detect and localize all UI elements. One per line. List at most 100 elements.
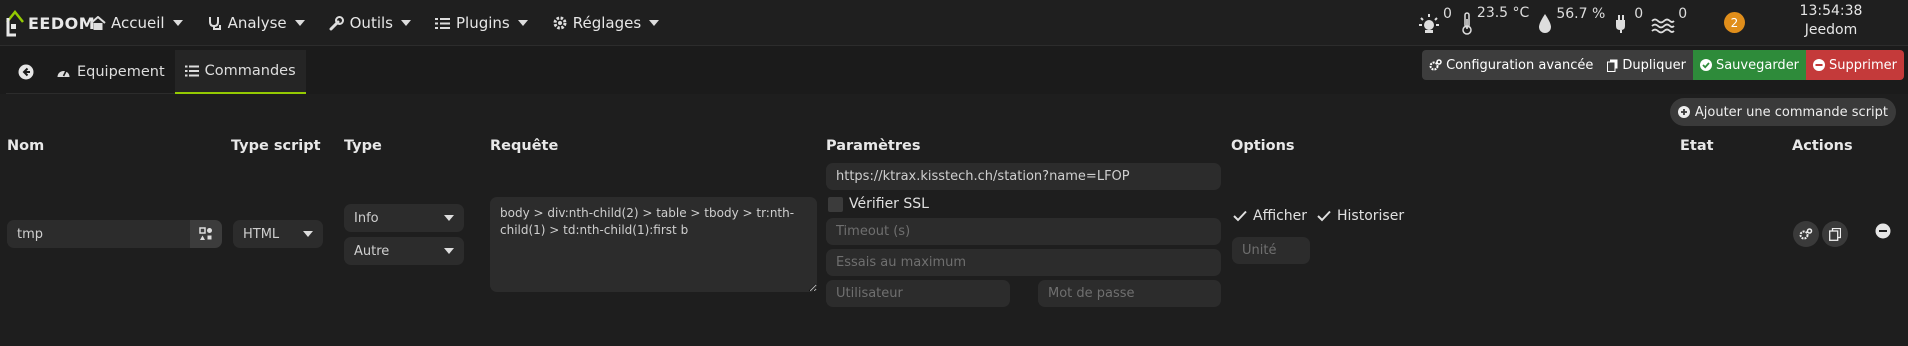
historize-checkbox[interactable]: Historiser: [1316, 208, 1404, 224]
column-header-etat: Etat: [1680, 138, 1714, 154]
check-icon: [1232, 209, 1247, 224]
chevron-down-icon: [444, 215, 454, 221]
cogs-icon: [1429, 59, 1442, 71]
house-logo-icon: [4, 8, 26, 38]
minus-circle-icon: [1875, 223, 1891, 239]
top-navbar: EEDOM Accueil Analyse Outils Plugins Rég…: [0, 0, 1908, 46]
add-script-command-button[interactable]: Ajouter une commande script: [1669, 98, 1896, 126]
nav-outils[interactable]: Outils: [329, 14, 411, 32]
status-power-value: 0: [1634, 6, 1644, 22]
tab-commandes-label: Commandes: [204, 63, 296, 79]
script-type-select[interactable]: HTML: [233, 220, 323, 248]
save-label: Sauvegarder: [1715, 57, 1800, 73]
script-type-value: HTML: [243, 226, 280, 242]
verify-ssl-label: Vérifier SSL: [849, 196, 929, 212]
plug-icon: [1616, 15, 1626, 33]
jeedom-logo[interactable]: EEDOM: [4, 4, 95, 42]
column-header-nom: Nom: [7, 138, 45, 154]
command-subtype-value: Autre: [354, 243, 390, 259]
status-temperature[interactable]: 23.5 °C: [1460, 5, 1529, 35]
advanced-config-button[interactable]: Configuration avancée: [1422, 50, 1601, 80]
minus-circle-icon: [1813, 59, 1826, 71]
column-header-options: Options: [1231, 138, 1295, 154]
copy-icon: [1829, 227, 1841, 241]
checkbox-box: [828, 196, 843, 212]
light-icon: [1419, 14, 1439, 33]
nav-plugins[interactable]: Plugins: [435, 14, 528, 32]
clock-time: 13:54:38: [1799, 3, 1863, 19]
command-copy-button[interactable]: [1822, 221, 1848, 247]
request-textarea[interactable]: body > div:nth-child(2) > table > tbody …: [490, 197, 817, 292]
duplicate-button[interactable]: Dupliquer: [1600, 50, 1693, 80]
url-input[interactable]: https://ktrax.kisstech.ch/station?name=L…: [826, 163, 1221, 190]
duplicate-label: Dupliquer: [1622, 57, 1686, 73]
password-input[interactable]: Mot de passe: [1038, 280, 1221, 307]
status-light[interactable]: 0: [1418, 6, 1452, 34]
chevron-down-icon: [172, 20, 183, 26]
chevron-down-icon: [400, 20, 411, 26]
home-icon: [90, 15, 106, 31]
remove-command-button[interactable]: [1875, 223, 1891, 239]
clock-hostname: Jeedom: [1804, 22, 1858, 38]
tab-commandes[interactable]: Commandes: [174, 50, 306, 94]
save-button[interactable]: Sauvegarder: [1692, 50, 1807, 80]
chevron-down-icon: [303, 231, 313, 237]
password-placeholder: Mot de passe: [1048, 286, 1135, 301]
choose-icon-button[interactable]: [190, 220, 222, 248]
humidity-icon: [1539, 14, 1552, 33]
nav-analyse[interactable]: Analyse: [207, 14, 305, 32]
user-input[interactable]: Utilisateur: [826, 280, 1010, 307]
equipment-toolbar: Equipement Commandes Configuration avanc…: [0, 50, 1908, 94]
advanced-config-label: Configuration avancée: [1446, 57, 1594, 73]
status-power[interactable]: 0: [1613, 6, 1643, 34]
check-circle-icon: [1699, 59, 1712, 71]
gear-icon: [552, 15, 568, 31]
show-checkbox[interactable]: Afficher: [1232, 208, 1307, 224]
tab-equipement[interactable]: Equipement: [46, 50, 175, 94]
unit-input[interactable]: Unité: [1232, 237, 1310, 264]
thermometer-icon: [1462, 12, 1472, 35]
tab-equipement-label: Equipement: [77, 64, 165, 80]
column-header-requete: Requête: [490, 138, 559, 154]
dashboard-icon: [56, 66, 71, 79]
stethoscope-icon: [207, 15, 223, 31]
list-icon: [435, 15, 451, 31]
command-config-button[interactable]: [1793, 221, 1819, 247]
column-header-actions: Actions: [1792, 138, 1853, 154]
plus-circle-icon: [1677, 106, 1690, 118]
nav-reglages[interactable]: Réglages: [552, 14, 660, 32]
tab-back[interactable]: [6, 50, 46, 94]
nav-plugins-label: Plugins: [455, 14, 510, 32]
arrow-left-icon: [18, 64, 34, 80]
notification-badge[interactable]: 2: [1724, 12, 1745, 33]
chevron-down-icon: [294, 20, 305, 26]
command-type-select[interactable]: Info: [344, 204, 464, 232]
copy-icon: [1607, 59, 1618, 72]
chevron-down-icon: [649, 20, 660, 26]
config-widget-icon: [199, 227, 212, 240]
command-name-input[interactable]: tmp: [7, 220, 193, 248]
column-header-type: Type: [344, 138, 382, 154]
status-humidity[interactable]: 56.7 %: [1537, 6, 1605, 34]
max-tries-placeholder: Essais au maximum: [836, 255, 967, 270]
nav-accueil[interactable]: Accueil: [90, 14, 183, 32]
max-tries-input[interactable]: Essais au maximum: [826, 249, 1221, 276]
chevron-down-icon: [517, 20, 528, 26]
main-nav: Accueil Analyse Outils Plugins Réglages: [90, 0, 683, 46]
user-placeholder: Utilisateur: [836, 286, 903, 301]
show-label: Afficher: [1253, 208, 1308, 224]
timeout-placeholder: Timeout (s): [836, 224, 911, 239]
status-light-value: 0: [1443, 6, 1452, 22]
status-flood-value: 0: [1678, 6, 1688, 22]
command-name-value: tmp: [17, 226, 44, 242]
delete-button[interactable]: Supprimer: [1806, 50, 1904, 80]
command-type-value: Info: [354, 210, 379, 226]
check-icon: [1316, 209, 1331, 224]
verify-ssl-checkbox[interactable]: Vérifier SSL: [828, 196, 929, 212]
command-subtype-select[interactable]: Autre: [344, 237, 464, 265]
unit-placeholder: Unité: [1242, 243, 1277, 258]
clock: 13:54:38 Jeedom: [1790, 2, 1872, 40]
timeout-input[interactable]: Timeout (s): [826, 218, 1221, 245]
nav-analyse-label: Analyse: [227, 14, 287, 32]
status-flood[interactable]: 0: [1651, 6, 1687, 34]
